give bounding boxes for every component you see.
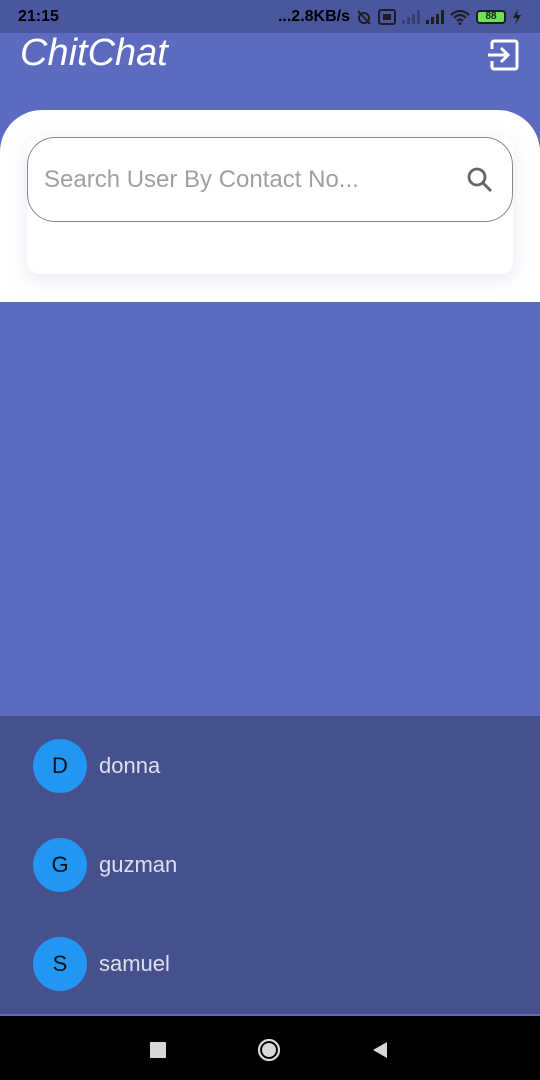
avatar: S <box>33 936 87 991</box>
back-icon <box>373 1042 387 1058</box>
logout-icon <box>488 39 519 71</box>
user-list: D donna G guzman S samuel <box>0 716 540 1014</box>
avatar: D <box>33 738 87 793</box>
status-bar: 21:15 ...2.8KB/s 88 <box>0 0 540 33</box>
recents-button[interactable] <box>146 1038 170 1062</box>
logout-button[interactable] <box>486 38 520 72</box>
search-input[interactable] <box>44 165 444 194</box>
volte-icon <box>378 8 396 25</box>
signal-icon <box>426 9 444 24</box>
network-speed: ...2.8KB/s <box>277 7 350 25</box>
battery-icon: 88 <box>476 9 506 24</box>
home-button[interactable] <box>257 1038 281 1062</box>
signal-icon <box>402 9 420 24</box>
app-title: ChitChat <box>20 32 168 74</box>
navigation-bar <box>0 1014 540 1080</box>
user-list-item[interactable]: S samuel <box>0 914 540 1013</box>
user-list-item[interactable]: D donna <box>0 716 540 815</box>
avatar: G <box>33 837 87 892</box>
user-name: samuel <box>99 950 170 976</box>
recents-icon <box>150 1042 166 1058</box>
search-icon <box>467 167 493 193</box>
search-box[interactable] <box>27 137 513 222</box>
status-time: 21:15 <box>18 7 59 25</box>
user-list-item[interactable]: G guzman <box>0 815 540 914</box>
user-name: guzman <box>99 851 178 877</box>
back-button[interactable] <box>368 1038 392 1062</box>
search-button[interactable] <box>464 164 496 196</box>
alarm-off-icon <box>357 9 371 25</box>
user-name: donna <box>99 752 161 778</box>
wifi-icon <box>450 9 470 25</box>
status-icons: ...2.8KB/s 88 <box>278 8 522 26</box>
charging-icon <box>513 8 521 25</box>
home-icon <box>257 1038 281 1062</box>
